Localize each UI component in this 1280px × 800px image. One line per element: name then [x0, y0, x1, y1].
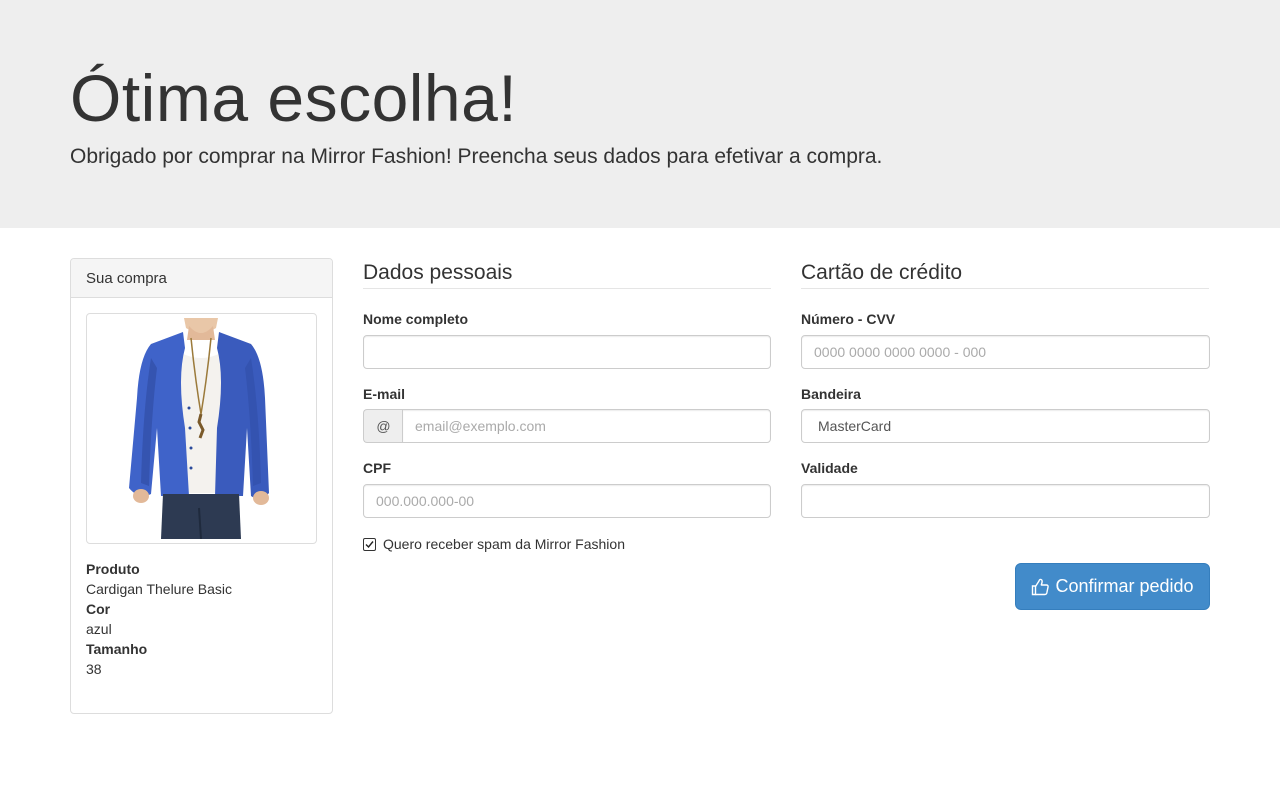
spam-checkbox-label: Quero receber spam da Mirror Fashion — [383, 536, 625, 552]
card-number-label: Número - CVV — [801, 311, 896, 327]
size-label: Tamanho — [86, 641, 148, 657]
thumbs-up-icon — [1032, 578, 1050, 595]
card-brand-value: MasterCard — [818, 418, 892, 434]
card-expiry-label: Validade — [801, 460, 858, 476]
product-label: Produto — [86, 561, 140, 577]
name-input[interactable] — [363, 335, 771, 369]
size-value: 38 — [86, 661, 102, 677]
email-label: E-mail — [363, 386, 406, 402]
email-addon: @ — [363, 409, 403, 443]
card-brand-select[interactable]: MasterCard — [801, 409, 1210, 443]
personal-data-fieldset: Dados pessoais — [363, 258, 771, 289]
check-icon — [365, 540, 374, 548]
product-image — [86, 313, 317, 544]
email-input[interactable]: email@exemplo.com — [402, 409, 771, 443]
color-value: azul — [86, 621, 112, 637]
page-title: Ótima escolha! — [70, 61, 518, 135]
credit-card-fieldset: Cartão de crédito — [801, 258, 1209, 289]
credit-card-legend: Cartão de crédito — [801, 258, 1209, 289]
product-value: Cardigan Thelure Basic — [86, 581, 233, 597]
jumbotron-header: Ótima escolha! Obrigado por comprar na M… — [0, 0, 1280, 228]
spam-checkbox-row[interactable]: Quero receber spam da Mirror Fashion — [363, 535, 625, 553]
cpf-input[interactable]: 000.000.000-00 — [363, 484, 771, 518]
product-details: Produto Cardigan Thelure Basic Cor azul … — [86, 559, 316, 679]
order-summary-panel: Sua compra Produto Cardigan Thelure Basi… — [70, 258, 333, 714]
confirm-order-label: Confirmar pedido — [1055, 576, 1194, 596]
name-label: Nome completo — [363, 311, 469, 327]
personal-data-legend: Dados pessoais — [363, 258, 771, 289]
page-subtitle: Obrigado por comprar na Mirror Fashion! … — [70, 145, 883, 168]
spam-checkbox[interactable] — [363, 537, 376, 551]
card-expiry-input[interactable] — [801, 484, 1210, 518]
card-brand-label: Bandeira — [801, 386, 861, 402]
email-placeholder: email@exemplo.com — [415, 418, 546, 434]
order-summary-heading: Sua compra — [71, 259, 332, 298]
card-number-input[interactable]: 0000 0000 0000 0000 - 000 — [801, 335, 1210, 369]
color-label: Cor — [86, 601, 111, 617]
confirm-order-button[interactable]: Confirmar pedido — [1015, 563, 1210, 610]
cpf-placeholder: 000.000.000-00 — [376, 493, 475, 509]
card-number-placeholder: 0000 0000 0000 0000 - 000 — [814, 344, 987, 360]
cpf-label: CPF — [363, 460, 391, 476]
